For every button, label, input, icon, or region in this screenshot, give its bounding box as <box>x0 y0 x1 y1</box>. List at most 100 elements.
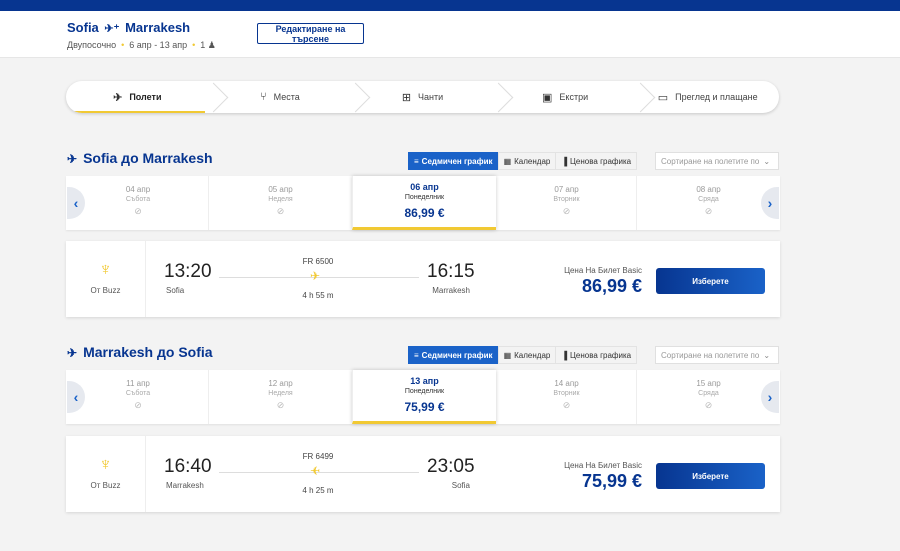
calendar-icon: ▦ <box>503 156 512 166</box>
step-label: Полети <box>129 92 162 102</box>
date-cell[interactable]: 07 апр Вторник ⊘ <box>494 176 638 230</box>
flight-duration: 4 h 55 m <box>302 291 334 300</box>
step-payment[interactable]: ▭ Преглед и плащане <box>636 81 779 113</box>
fare-label: Цена На Билет Basic <box>564 461 642 470</box>
tab-label: Ценова графика <box>570 350 632 360</box>
flight-number: FR 6500 <box>302 257 334 266</box>
origin-city: Sofia <box>67 20 99 35</box>
step-bags[interactable]: ⊞ Чанти <box>351 81 494 113</box>
seat-icon: ⑂ <box>260 91 267 103</box>
sort-select[interactable]: Сортиране на полетите по ⌄ <box>655 346 779 364</box>
inbound-route: Marrakesh до Sofia <box>83 344 213 360</box>
sort-placeholder: Сортиране на полетите по <box>661 156 760 166</box>
date-label: 04 апр <box>125 185 151 194</box>
date-cell[interactable]: 05 апр Неделя ⊘ <box>208 176 352 230</box>
card-icon: ▭ <box>657 91 669 104</box>
tab-label: Ценова графика <box>570 156 632 166</box>
date-label: 08 апр <box>696 185 721 194</box>
calendar-icon: ▦ <box>503 350 512 360</box>
inbound-flight-card: ♆ От Buzz 16:40 Marrakesh FR 6499 ✈ 4 h … <box>66 436 780 512</box>
fare-label: Цена На Билет Basic <box>564 266 642 275</box>
no-flights-icon: ⊘ <box>134 206 142 216</box>
date-cell[interactable]: 08 апр Сряда ⊘ <box>636 176 780 230</box>
no-flights-icon: ⊘ <box>562 206 571 216</box>
step-flights[interactable]: ✈ Полети <box>66 81 209 113</box>
trip-dates: 6 апр - 13 апр <box>129 40 188 50</box>
date-label: 12 апр <box>268 379 293 388</box>
no-flights-icon: ⊘ <box>704 400 713 410</box>
arrival-time: 23:05 <box>427 456 475 477</box>
no-flights-icon: ⊘ <box>134 400 142 410</box>
sort-select[interactable]: Сортиране на полетите по ⌄ <box>655 152 779 170</box>
chevron-down-icon: ⌄ <box>763 156 771 166</box>
plane-icon: ✈ <box>310 464 321 478</box>
list-icon: ≡ <box>414 156 419 166</box>
date-cell[interactable]: 04 апр Събота ⊘ <box>66 176 210 230</box>
plane-icon: ✈⁺ <box>104 23 120 35</box>
select-flight-button[interactable]: Изберете <box>656 268 765 294</box>
date-cell-selected[interactable]: 13 апр Понеделник 75,99 € <box>352 370 496 424</box>
outbound-title: ✈ Sofia до Marrakesh <box>67 150 213 166</box>
departure-plane-icon: ✈ <box>67 152 78 166</box>
step-label: Чанти <box>418 92 444 102</box>
weekday-label: Неделя <box>268 390 293 397</box>
edit-search-button[interactable]: Редактиране на търсене <box>257 23 364 44</box>
date-label: 11 апр <box>126 379 150 388</box>
weekday-label: Сряда <box>698 196 719 203</box>
tab-price-chart[interactable]: ▐ Ценова графика <box>555 152 638 170</box>
tab-calendar[interactable]: ▦ Календар <box>497 346 557 364</box>
outbound-view-tabs: ≡ Седмичен график ▦ Календар ▐ Ценова графи… <box>408 152 638 170</box>
weekday-label: Вторник <box>553 196 580 203</box>
weekday-label: Сряда <box>698 390 719 397</box>
step-extras[interactable]: ▣ Екстри <box>494 81 637 113</box>
outbound-flight-card: ♆ От Buzz 13:20 Sofia FR 6500 ✈ 4 h 55 m… <box>66 241 780 317</box>
bag-icon: ⊞ <box>401 91 412 104</box>
weekday-label: Вторник <box>553 390 580 397</box>
flight-number: FR 6499 <box>302 452 334 461</box>
trip-type: Двупосочно <box>67 40 117 50</box>
tab-label: Седмичен график <box>421 156 493 166</box>
airline-info: ♆ От Buzz <box>66 436 146 512</box>
weekday-label: Неделя <box>268 196 293 203</box>
no-flights-icon: ⊘ <box>704 206 713 216</box>
no-flights-icon: ⊘ <box>562 400 571 410</box>
date-cell[interactable]: 11 апр Събота ⊘ <box>66 370 210 424</box>
departure-plane-icon: ✈ <box>67 346 78 360</box>
no-flights-icon: ⊘ <box>276 400 285 410</box>
tab-weekly[interactable]: ≡ Седмичен график <box>408 346 499 364</box>
date-price: 75,99 € <box>404 400 445 414</box>
inbound-view-tabs: ≡ Седмичен график ▦ Календар ▐ Ценова графи… <box>408 346 638 364</box>
outbound-route: Sofia до Marrakesh <box>83 150 213 166</box>
airline-info: ♆ От Buzz <box>66 241 146 317</box>
operator-label: От Buzz <box>90 481 121 490</box>
bar-chart-icon: ▐ <box>561 350 568 360</box>
sort-placeholder: Сортиране на полетите по <box>661 350 760 360</box>
inbound-date-strip: ‹ 11 апр Събота ⊘ 12 апр Неделя ⊘ 13 апр… <box>66 370 780 424</box>
passenger-count: 1 <box>200 40 206 50</box>
date-cell[interactable]: 15 апр Сряда ⊘ <box>636 370 780 424</box>
tab-price-chart[interactable]: ▐ Ценова графика <box>555 346 638 364</box>
date-cell[interactable]: 14 апр Вторник ⊘ <box>494 370 638 424</box>
tab-label: Календар <box>514 350 551 360</box>
weekday-label: Събота <box>125 196 151 203</box>
inbound-title: ✈ Marrakesh до Sofia <box>67 344 213 360</box>
trip-summary: Двупосочно • 6 апр - 13 апр • 1 ♟ <box>67 40 216 51</box>
plane-icon: ✈ <box>113 91 123 104</box>
fare-price: 75,99 € <box>581 471 642 491</box>
no-flights-icon: ⊘ <box>276 206 285 216</box>
date-cell-selected[interactable]: 06 апр Понеделник 86,99 € <box>352 176 496 230</box>
list-icon: ≡ <box>414 350 419 360</box>
step-seats[interactable]: ⑂ Места <box>209 81 352 113</box>
date-cell[interactable]: 12 апр Неделя ⊘ <box>208 370 352 424</box>
date-label: 14 апр <box>554 379 579 388</box>
flight-duration: 4 h 25 m <box>302 486 334 495</box>
weekday-label: Понеделник <box>404 388 445 395</box>
arrival-time: 16:15 <box>427 261 475 282</box>
tab-weekly[interactable]: ≡ Седмичен график <box>408 152 499 170</box>
step-label: Екстри <box>559 92 589 102</box>
select-flight-button[interactable]: Изберете <box>656 463 765 489</box>
destination-city: Marrakesh <box>125 20 191 35</box>
fare-price: 86,99 € <box>581 276 642 296</box>
tab-calendar[interactable]: ▦ Календар <box>497 152 557 170</box>
ryanair-harp-icon: ♆ <box>98 259 113 279</box>
